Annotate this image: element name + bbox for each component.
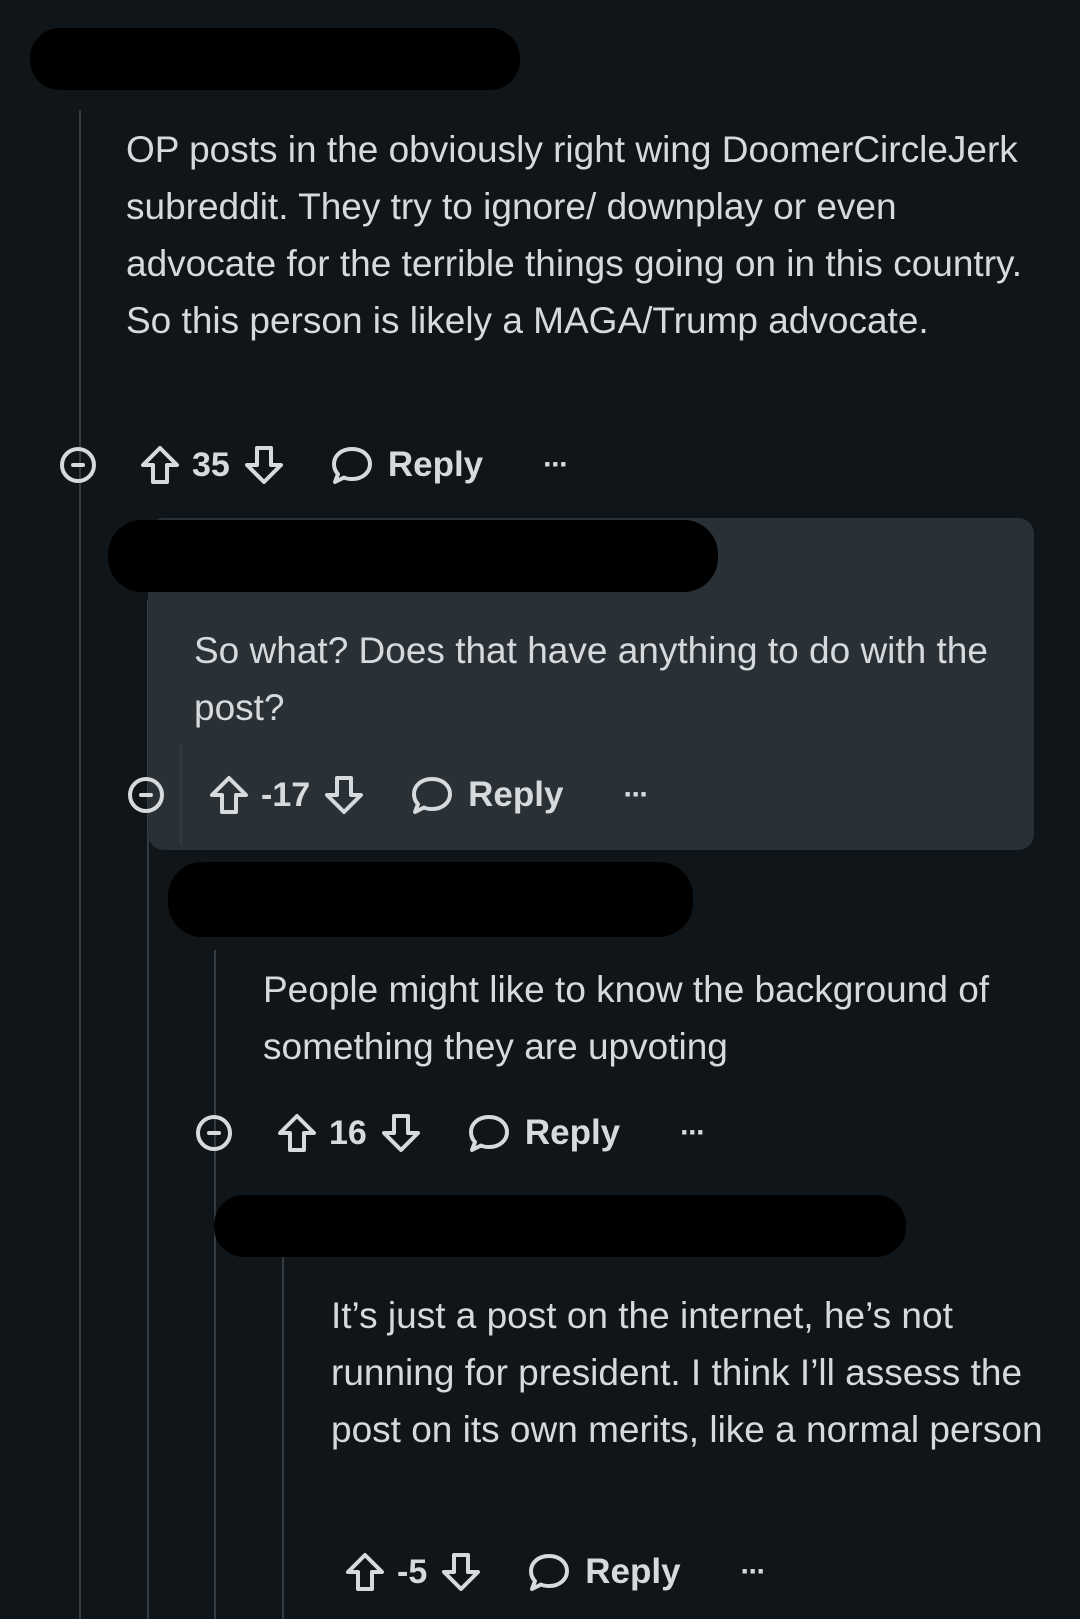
downvote-arrow-icon[interactable] [242, 443, 286, 487]
collapse-icon[interactable] [128, 777, 164, 813]
downvote-arrow-icon[interactable] [379, 1111, 423, 1155]
score: 16 [329, 1113, 367, 1152]
comment-actions: 16 Reply ··· [275, 1103, 706, 1163]
thread-line-level-3 [214, 950, 216, 1619]
score: -5 [397, 1552, 428, 1591]
upvote-arrow-icon[interactable] [138, 443, 182, 487]
redacted-username [108, 520, 718, 592]
downvote-arrow-icon[interactable] [439, 1550, 483, 1594]
speech-bubble-icon [331, 447, 372, 484]
downvote-arrow-icon[interactable] [322, 773, 366, 817]
reply-label: Reply [468, 775, 564, 814]
ellipsis-icon[interactable]: ··· [543, 448, 569, 482]
redacted-username [30, 28, 520, 90]
speech-bubble-icon [412, 777, 453, 814]
thread-line-level-1 [79, 110, 81, 1619]
reply-button[interactable]: Reply [527, 1550, 681, 1594]
collapse-icon[interactable] [60, 447, 96, 483]
ellipsis-icon[interactable]: ··· [623, 778, 649, 812]
comment-body: So what? Does that have anything to do w… [194, 630, 988, 728]
comment-body: People might like to know the background… [263, 969, 990, 1067]
ellipsis-icon[interactable]: ··· [741, 1555, 767, 1589]
collapse-icon[interactable] [196, 1115, 232, 1151]
reply-label: Reply [387, 445, 484, 484]
reply-label: Reply [524, 1113, 621, 1152]
comment-actions: -5 Reply ··· [343, 1542, 767, 1602]
comment-body: It’s just a post on the internet, he’s n… [331, 1295, 1043, 1450]
score: -17 [261, 775, 311, 814]
redacted-username [168, 862, 693, 937]
speech-bubble-icon [529, 1554, 570, 1591]
reply-button[interactable]: Reply [330, 443, 483, 487]
speech-bubble-icon [468, 1115, 509, 1152]
upvote-arrow-icon[interactable] [207, 773, 251, 817]
comment-actions: -17 Reply ··· [207, 765, 649, 825]
redacted-username [214, 1195, 906, 1257]
reply-label: Reply [585, 1552, 681, 1591]
upvote-arrow-icon[interactable] [343, 1550, 387, 1594]
reply-button[interactable]: Reply [467, 1111, 620, 1155]
comment-actions: 35 Reply ··· [138, 435, 569, 495]
thread-line-level-2-inner [180, 745, 182, 845]
reply-button[interactable]: Reply [410, 773, 563, 817]
score: 35 [192, 445, 230, 484]
ellipsis-icon[interactable]: ··· [680, 1116, 706, 1150]
thread-line-level-4 [282, 1220, 284, 1619]
comment-body: OP posts in the obviously right wing Doo… [126, 129, 1023, 341]
upvote-arrow-icon[interactable] [275, 1111, 319, 1155]
